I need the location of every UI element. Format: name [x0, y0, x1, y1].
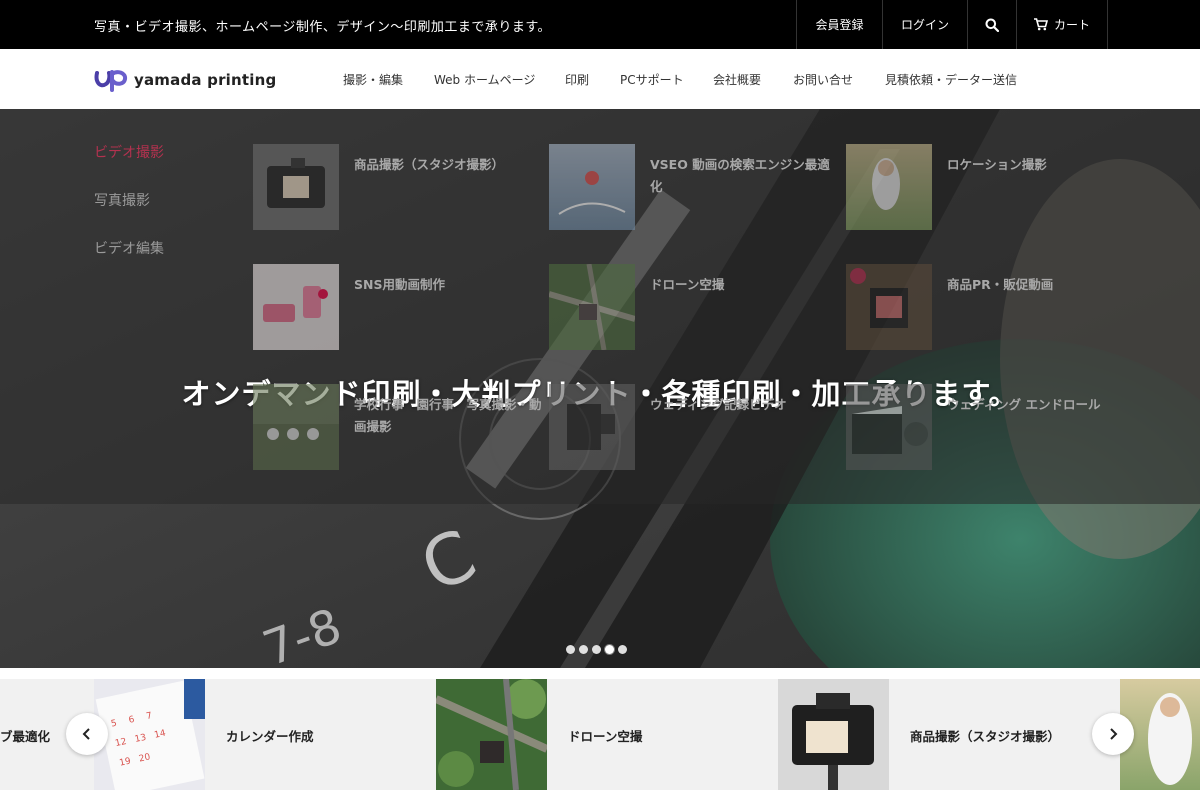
mega-item-title: 商品撮影（スタジオ撮影） — [354, 157, 505, 172]
drone-thumbnail — [549, 264, 635, 350]
site-header: yamada printing 撮影・編集 Web ホームページ 印刷 PCサポ… — [0, 49, 1200, 109]
carousel-card-label: カレンダー作成 — [226, 729, 314, 744]
mega-item-wedding-endroll[interactable]: ウェディング エンドロール — [846, 384, 1136, 474]
carousel-card-calendar[interactable]: 5 6 7 12 13 14 19 20 カレンダー作成 — [82, 679, 424, 790]
mega-item-product-studio[interactable]: 商品撮影（スタジオ撮影） — [253, 144, 543, 234]
main-nav: 撮影・編集 Web ホームページ 印刷 PCサポート 会社概要 お問い合せ 見積… — [0, 49, 1200, 109]
video-seo-thumbnail — [549, 144, 635, 230]
slider-dots — [566, 645, 627, 654]
mega-item-title: ドローン空撮 — [650, 277, 725, 292]
login-link[interactable]: ログイン — [882, 0, 967, 49]
nav-item-web[interactable]: Web ホームページ — [434, 71, 535, 88]
mega-item-product-pr[interactable]: 商品PR・販促動画 — [846, 264, 1136, 354]
tagline: 写真・ビデオ撮影、ホームページ制作、デザイン〜印刷加工まで承ります。 — [94, 20, 552, 35]
mega-item-school-events[interactable]: 学校行事 園行事 写真撮影・動画撮影 — [253, 384, 543, 474]
mega-menu: ビデオ撮影 写真撮影 ビデオ編集 商品撮影（スタジオ撮影） VSEO 動画の検索… — [0, 109, 1200, 504]
wedding-endroll-thumbnail — [846, 384, 932, 470]
chevron-left-icon — [82, 728, 90, 740]
mega-item-location[interactable]: ロケーション撮影 — [846, 144, 1136, 234]
drone-aerial-thumbnail — [436, 679, 547, 790]
camera-thumbnail — [778, 679, 889, 790]
nav-item-quote[interactable]: 見積依頼・データー送信 — [885, 71, 1017, 88]
mega-side-video-editing[interactable]: ビデオ編集 — [94, 238, 164, 258]
carousel-card-label: ドローン空撮 — [568, 729, 643, 744]
mega-item-vseo[interactable]: VSEO 動画の検索エンジン最適化 — [549, 144, 839, 234]
top-bar: 写真・ビデオ撮影、ホームページ制作、デザイン〜印刷加工まで承ります。 会員登録 … — [0, 0, 1200, 49]
slider-dot[interactable] — [592, 645, 601, 654]
nav-item-contact[interactable]: お問い合せ — [793, 71, 853, 88]
carousel-prev-button[interactable] — [66, 713, 108, 755]
carousel-card-product-studio[interactable]: 商品撮影（スタジオ撮影） — [766, 679, 1108, 790]
mega-item-title: 学校行事 園行事 写真撮影・動画撮影 — [354, 397, 542, 434]
nav-item-company[interactable]: 会社概要 — [713, 71, 761, 88]
mega-item-title: ロケーション撮影 — [947, 157, 1047, 172]
cart-label: カート — [1053, 18, 1090, 32]
mega-item-title: SNS用動画制作 — [354, 277, 445, 292]
nav-item-pc-support[interactable]: PCサポート — [620, 71, 684, 88]
slider-dot[interactable] — [579, 645, 588, 654]
search-icon — [985, 18, 999, 32]
sns-thumbnail — [253, 264, 339, 350]
wedding-video-thumbnail — [549, 384, 635, 470]
mega-item-wedding-video[interactable]: ウェディング記録ビデオ — [549, 384, 839, 474]
carousel-card-label: 商品撮影（スタジオ撮影） — [910, 729, 1061, 744]
chevron-right-icon — [1110, 728, 1118, 740]
member-register-link[interactable]: 会員登録 — [796, 0, 882, 49]
mega-side-video-shooting[interactable]: ビデオ撮影 — [94, 142, 164, 162]
mega-item-title: 商品PR・販促動画 — [947, 277, 1054, 292]
mega-item-title: ウェディング記録ビデオ — [650, 397, 787, 412]
service-carousel: ブ最適化 5 6 7 12 13 14 19 20 カレンダー作成 ドローン空撮 商品撮影（ス… — [0, 668, 1200, 800]
slider-dot-active[interactable] — [605, 645, 614, 654]
carousel-card-label: ブ最適化 — [0, 729, 51, 744]
nav-item-print[interactable]: 印刷 — [565, 71, 589, 88]
cart-link[interactable]: カート — [1016, 0, 1108, 49]
mega-side-photo-shooting[interactable]: 写真撮影 — [94, 190, 150, 210]
mega-item-title: ウェディング エンドロール — [947, 397, 1101, 412]
bride-thumbnail — [846, 144, 932, 230]
calendar-thumbnail: 5 6 7 12 13 14 19 20 — [94, 679, 205, 790]
carousel-next-button[interactable] — [1092, 713, 1134, 755]
cart-icon — [1033, 18, 1048, 31]
mega-item-drone[interactable]: ドローン空撮 — [549, 264, 839, 354]
nav-item-photo-edit[interactable]: 撮影・編集 — [343, 71, 403, 88]
slider-dot[interactable] — [618, 645, 627, 654]
carousel-card-drone[interactable]: ドローン空撮 — [424, 679, 766, 790]
product-pr-thumbnail — [846, 264, 932, 350]
mega-item-sns-video[interactable]: SNS用動画制作 — [253, 264, 543, 354]
camera-thumbnail — [253, 144, 339, 230]
search-button[interactable] — [967, 0, 1016, 49]
mega-item-title: VSEO 動画の検索エンジン最適化 — [650, 157, 830, 194]
school-event-thumbnail — [253, 384, 339, 470]
slider-dot[interactable] — [566, 645, 575, 654]
